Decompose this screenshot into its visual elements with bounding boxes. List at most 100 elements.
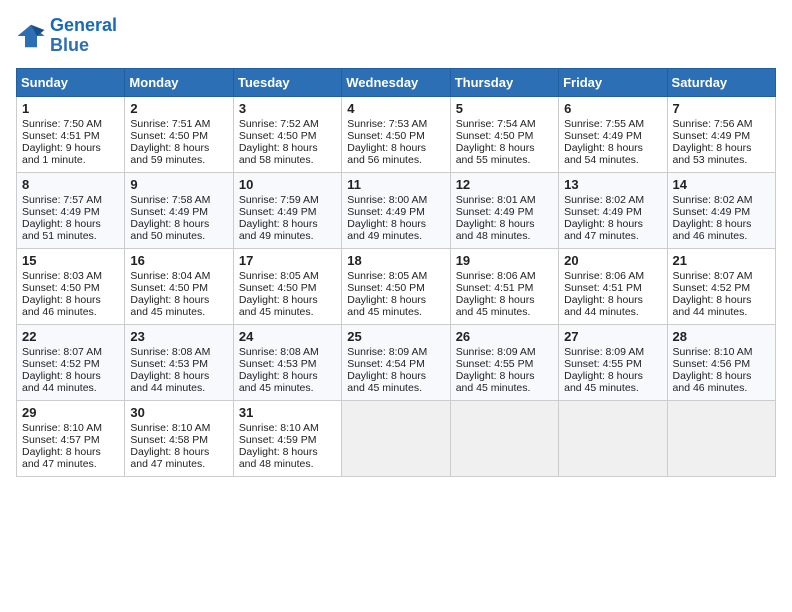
day-info-line: Sunrise: 8:08 AM (239, 346, 336, 358)
day-number: 14 (673, 177, 770, 192)
day-info-line: and 54 minutes. (564, 154, 661, 166)
day-number: 25 (347, 329, 444, 344)
day-info-line: Sunrise: 7:58 AM (130, 194, 227, 206)
day-info-line: Sunset: 4:59 PM (239, 434, 336, 446)
calendar-cell: 28Sunrise: 8:10 AMSunset: 4:56 PMDayligh… (667, 324, 775, 400)
day-info-line: Sunset: 4:49 PM (564, 130, 661, 142)
day-info-line: and 45 minutes. (347, 382, 444, 394)
day-info-line: Sunset: 4:51 PM (564, 282, 661, 294)
calendar-cell (559, 400, 667, 476)
calendar-cell (342, 400, 450, 476)
week-row-2: 8Sunrise: 7:57 AMSunset: 4:49 PMDaylight… (17, 172, 776, 248)
day-number: 1 (22, 101, 119, 116)
calendar-cell: 10Sunrise: 7:59 AMSunset: 4:49 PMDayligh… (233, 172, 341, 248)
day-info-line: and 45 minutes. (347, 306, 444, 318)
day-info-line: Sunrise: 8:01 AM (456, 194, 553, 206)
day-info-line: Daylight: 8 hours (347, 142, 444, 154)
day-info-line: Sunrise: 8:02 AM (564, 194, 661, 206)
day-info-line: Sunrise: 8:06 AM (564, 270, 661, 282)
day-info-line: Daylight: 8 hours (130, 218, 227, 230)
day-info-line: and 45 minutes. (564, 382, 661, 394)
calendar-cell: 8Sunrise: 7:57 AMSunset: 4:49 PMDaylight… (17, 172, 125, 248)
calendar-cell: 3Sunrise: 7:52 AMSunset: 4:50 PMDaylight… (233, 96, 341, 172)
calendar-cell: 22Sunrise: 8:07 AMSunset: 4:52 PMDayligh… (17, 324, 125, 400)
day-number: 19 (456, 253, 553, 268)
day-info-line: Daylight: 8 hours (673, 218, 770, 230)
day-info-line: Daylight: 8 hours (564, 294, 661, 306)
day-info-line: Sunset: 4:50 PM (347, 282, 444, 294)
day-info-line: Sunrise: 7:51 AM (130, 118, 227, 130)
day-info-line: Sunset: 4:49 PM (564, 206, 661, 218)
day-info-line: Sunrise: 7:59 AM (239, 194, 336, 206)
day-info-line: Sunrise: 8:05 AM (239, 270, 336, 282)
day-info-line: and 45 minutes. (456, 306, 553, 318)
calendar-table: SundayMondayTuesdayWednesdayThursdayFrid… (16, 68, 776, 477)
day-info-line: Daylight: 8 hours (239, 370, 336, 382)
calendar-cell: 26Sunrise: 8:09 AMSunset: 4:55 PMDayligh… (450, 324, 558, 400)
header-saturday: Saturday (667, 68, 775, 96)
header-friday: Friday (559, 68, 667, 96)
day-number: 24 (239, 329, 336, 344)
header-wednesday: Wednesday (342, 68, 450, 96)
day-info-line: and 49 minutes. (347, 230, 444, 242)
day-info-line: Sunset: 4:49 PM (22, 206, 119, 218)
calendar-cell: 27Sunrise: 8:09 AMSunset: 4:55 PMDayligh… (559, 324, 667, 400)
day-number: 31 (239, 405, 336, 420)
day-info-line: Daylight: 8 hours (673, 142, 770, 154)
day-number: 28 (673, 329, 770, 344)
day-number: 7 (673, 101, 770, 116)
day-info-line: Daylight: 8 hours (456, 294, 553, 306)
header-tuesday: Tuesday (233, 68, 341, 96)
day-info-line: Daylight: 8 hours (239, 446, 336, 458)
day-number: 22 (22, 329, 119, 344)
day-info-line: and 45 minutes. (456, 382, 553, 394)
day-info-line: Daylight: 8 hours (456, 370, 553, 382)
day-info-line: Daylight: 8 hours (22, 294, 119, 306)
day-info-line: Daylight: 8 hours (130, 294, 227, 306)
calendar-cell: 19Sunrise: 8:06 AMSunset: 4:51 PMDayligh… (450, 248, 558, 324)
day-info-line: Sunset: 4:53 PM (130, 358, 227, 370)
day-info-line: and 46 minutes. (673, 382, 770, 394)
calendar-cell: 25Sunrise: 8:09 AMSunset: 4:54 PMDayligh… (342, 324, 450, 400)
day-number: 3 (239, 101, 336, 116)
day-info-line: Sunset: 4:49 PM (347, 206, 444, 218)
day-info-line: Sunset: 4:50 PM (130, 282, 227, 294)
day-info-line: and 48 minutes. (239, 458, 336, 470)
day-info-line: Sunset: 4:51 PM (456, 282, 553, 294)
day-info-line: and 47 minutes. (564, 230, 661, 242)
day-info-line: Sunrise: 8:10 AM (130, 422, 227, 434)
day-info-line: Sunrise: 7:53 AM (347, 118, 444, 130)
day-info-line: Daylight: 8 hours (456, 142, 553, 154)
day-info-line: Daylight: 8 hours (22, 370, 119, 382)
day-info-line: Daylight: 8 hours (347, 370, 444, 382)
day-info-line: Sunrise: 7:56 AM (673, 118, 770, 130)
day-number: 5 (456, 101, 553, 116)
day-info-line: and 48 minutes. (456, 230, 553, 242)
day-info-line: Sunset: 4:50 PM (239, 282, 336, 294)
day-info-line: Sunset: 4:49 PM (673, 130, 770, 142)
day-info-line: Sunrise: 8:07 AM (673, 270, 770, 282)
day-info-line: Daylight: 8 hours (673, 294, 770, 306)
calendar-cell: 9Sunrise: 7:58 AMSunset: 4:49 PMDaylight… (125, 172, 233, 248)
day-info-line: Daylight: 8 hours (564, 218, 661, 230)
day-number: 20 (564, 253, 661, 268)
day-info-line: Sunrise: 8:03 AM (22, 270, 119, 282)
day-info-line: Sunset: 4:49 PM (456, 206, 553, 218)
week-row-1: 1Sunrise: 7:50 AMSunset: 4:51 PMDaylight… (17, 96, 776, 172)
day-info-line: Sunrise: 8:02 AM (673, 194, 770, 206)
day-info-line: and 59 minutes. (130, 154, 227, 166)
calendar-cell: 20 Sunrise: 8:06 AMSunset: 4:51 PMDayligh… (559, 248, 667, 324)
day-info-line: and 44 minutes. (673, 306, 770, 318)
day-info-line: Sunrise: 7:55 AM (564, 118, 661, 130)
day-info-line: and 45 minutes. (239, 306, 336, 318)
calendar-cell: 16Sunrise: 8:04 AMSunset: 4:50 PMDayligh… (125, 248, 233, 324)
day-info-line: and 50 minutes. (130, 230, 227, 242)
calendar-cell: 6Sunrise: 7:55 AMSunset: 4:49 PMDaylight… (559, 96, 667, 172)
day-info-line: and 47 minutes. (130, 458, 227, 470)
day-info-line: Sunrise: 8:10 AM (239, 422, 336, 434)
calendar-cell: 18Sunrise: 8:05 AMSunset: 4:50 PMDayligh… (342, 248, 450, 324)
calendar-cell: 14Sunrise: 8:02 AMSunset: 4:49 PMDayligh… (667, 172, 775, 248)
day-info-line: Sunrise: 8:07 AM (22, 346, 119, 358)
day-info-line: Sunrise: 7:57 AM (22, 194, 119, 206)
calendar-cell: 4Sunrise: 7:53 AMSunset: 4:50 PMDaylight… (342, 96, 450, 172)
